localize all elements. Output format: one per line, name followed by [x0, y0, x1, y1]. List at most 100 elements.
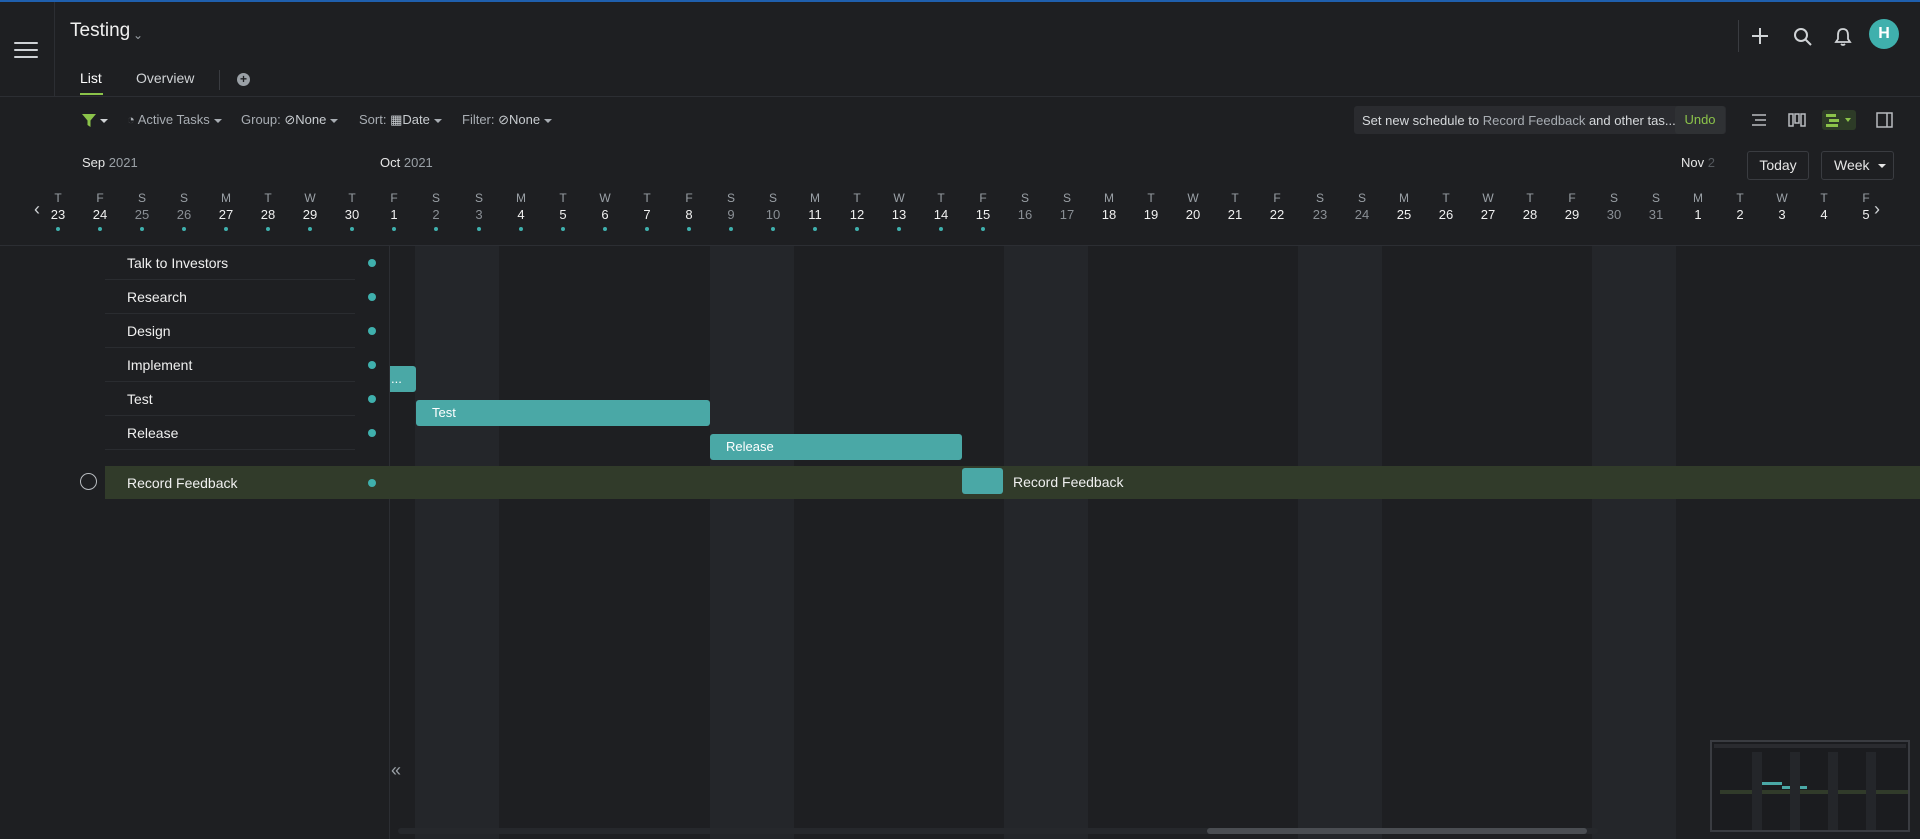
tab-list[interactable]: List — [80, 70, 102, 86]
timeline-header: Sep 2021 Oct 2021 Nov 2 T 23 F 24 S 25 S 26 M 27 T… — [0, 143, 1920, 246]
list-item[interactable]: Design — [105, 314, 376, 348]
day-column-header: W 27 — [1468, 191, 1508, 231]
sort-value: Date — [402, 112, 430, 127]
day-column-header: W6 — [585, 191, 625, 231]
gantt-bar-release[interactable]: Release — [710, 434, 962, 460]
task-indicator-dot — [897, 227, 901, 231]
gantt-bar-implement[interactable]: ... — [390, 366, 416, 392]
sort-dropdown[interactable]: Sort: ▦Date — [359, 112, 442, 128]
task-indicator-dot — [98, 227, 102, 231]
today-button[interactable]: Today — [1747, 151, 1809, 180]
gantt-view-button[interactable] — [1822, 110, 1856, 130]
schedule-notice: Set new schedule to Record Feedback and … — [1354, 106, 1726, 134]
weekend-column — [415, 246, 499, 839]
list-item[interactable]: Research — [105, 280, 376, 314]
search-icon[interactable] — [1793, 27, 1812, 46]
status-dot — [368, 327, 376, 335]
task-name: Research — [127, 289, 187, 305]
pie-icon: ◔ — [127, 112, 135, 127]
task-indicator-dot — [519, 227, 523, 231]
task-indicator-dot — [1191, 227, 1195, 231]
gantt-bar-record-feedback[interactable] — [962, 468, 1003, 494]
tab-divider — [219, 70, 220, 90]
group-dropdown[interactable]: Group: ⊘None — [241, 112, 339, 128]
day-column-header: M4 — [501, 191, 541, 231]
month-label: Oct 2021 — [380, 155, 433, 170]
task-indicator-dot — [308, 227, 312, 231]
task-name: Record Feedback — [127, 475, 238, 491]
list-item-selected[interactable]: Record Feedback — [105, 466, 376, 499]
gantt-view-icon — [1826, 114, 1851, 127]
task-indicator-dot — [350, 227, 354, 231]
board-view-icon[interactable] — [1786, 110, 1808, 130]
bell-icon[interactable] — [1834, 27, 1852, 47]
task-indicator-dot — [477, 227, 481, 231]
tab-overview[interactable]: Overview — [136, 70, 194, 86]
notice-suffix: and other tas... — [1588, 113, 1676, 128]
task-indicator-dot — [771, 227, 775, 231]
day-column-header: T4 — [1804, 191, 1844, 231]
day-column-header: F 24 — [80, 191, 120, 231]
task-indicator-dot — [729, 227, 733, 231]
side-panel-icon[interactable] — [1874, 110, 1896, 130]
none-icon: ⊘ — [284, 112, 296, 127]
scale-dropdown[interactable]: Week — [1821, 151, 1894, 180]
task-indicator-dot — [1486, 227, 1490, 231]
day-column-header: W 13 — [879, 191, 919, 231]
gantt-bar-test[interactable]: Test — [416, 400, 710, 426]
status-dot — [368, 293, 376, 301]
chevron-down-icon[interactable]: ⌄ — [133, 28, 143, 42]
status-dot — [368, 259, 376, 267]
header-tools-divider — [1738, 20, 1739, 52]
undo-button[interactable]: Undo — [1675, 106, 1725, 134]
weekend-column — [710, 246, 794, 839]
task-indicator-dot — [1065, 227, 1069, 231]
task-indicator-dot — [603, 227, 607, 231]
avatar[interactable]: H — [1869, 19, 1899, 49]
group-value: None — [295, 112, 327, 127]
notice-prefix: Set new schedule to — [1362, 113, 1480, 128]
day-column-header: M 27 — [206, 191, 246, 231]
status-dot — [368, 395, 376, 403]
filter-funnel-button[interactable] — [82, 112, 108, 128]
project-title[interactable]: Testing — [70, 20, 130, 42]
day-column-header: S3 — [459, 191, 499, 231]
list-item[interactable]: Test — [105, 382, 376, 416]
active-tasks-dropdown[interactable]: ◔ Active Tasks — [127, 112, 222, 127]
day-column-header: W3 — [1762, 191, 1802, 231]
chevron-right-icon[interactable]: › — [1874, 199, 1880, 220]
day-column-header: S 23 — [1300, 191, 1340, 231]
task-indicator-dot — [182, 227, 186, 231]
scrollbar-thumb[interactable] — [1207, 828, 1587, 834]
day-column-header: F 15 — [963, 191, 1003, 231]
list-item[interactable]: Talk to Investors — [105, 246, 376, 280]
day-column-header: F1 — [374, 191, 414, 231]
day-column-header: T 28 — [1510, 191, 1550, 231]
chevron-left-icon[interactable]: ‹ — [34, 199, 40, 220]
collapse-panel-icon[interactable]: « — [391, 760, 411, 790]
list-item[interactable]: Release — [105, 416, 376, 450]
notice-task-link[interactable]: Record Feedback — [1483, 113, 1586, 128]
plus-icon[interactable] — [1751, 27, 1769, 45]
filter-dropdown[interactable]: Filter: ⊘None — [462, 112, 553, 128]
task-indicator-dot — [1780, 227, 1784, 231]
add-tab-icon[interactable]: + — [237, 73, 250, 86]
day-column-header: M 18 — [1089, 191, 1129, 231]
list-item[interactable]: Implement — [105, 348, 376, 382]
sort-label: Sort: — [359, 112, 387, 127]
menu-icon[interactable] — [14, 42, 38, 60]
day-column-header: T 12 — [837, 191, 877, 231]
task-indicator-dot — [561, 227, 565, 231]
list-view-icon[interactable] — [1748, 110, 1770, 130]
day-column-header: S 31 — [1636, 191, 1676, 231]
day-column-header: M 25 — [1384, 191, 1424, 231]
app-header: Testing ⌄ List Overview + H — [0, 2, 1920, 97]
task-indicator-dot — [56, 227, 60, 231]
task-indicator-dot — [981, 227, 985, 231]
calendar-icon: ▦ — [390, 112, 403, 127]
day-column-header: T 14 — [921, 191, 961, 231]
day-column-header: T2 — [1720, 191, 1760, 231]
day-column-header: S 17 — [1047, 191, 1087, 231]
minimap[interactable] — [1710, 740, 1910, 832]
status-dot — [368, 479, 376, 487]
